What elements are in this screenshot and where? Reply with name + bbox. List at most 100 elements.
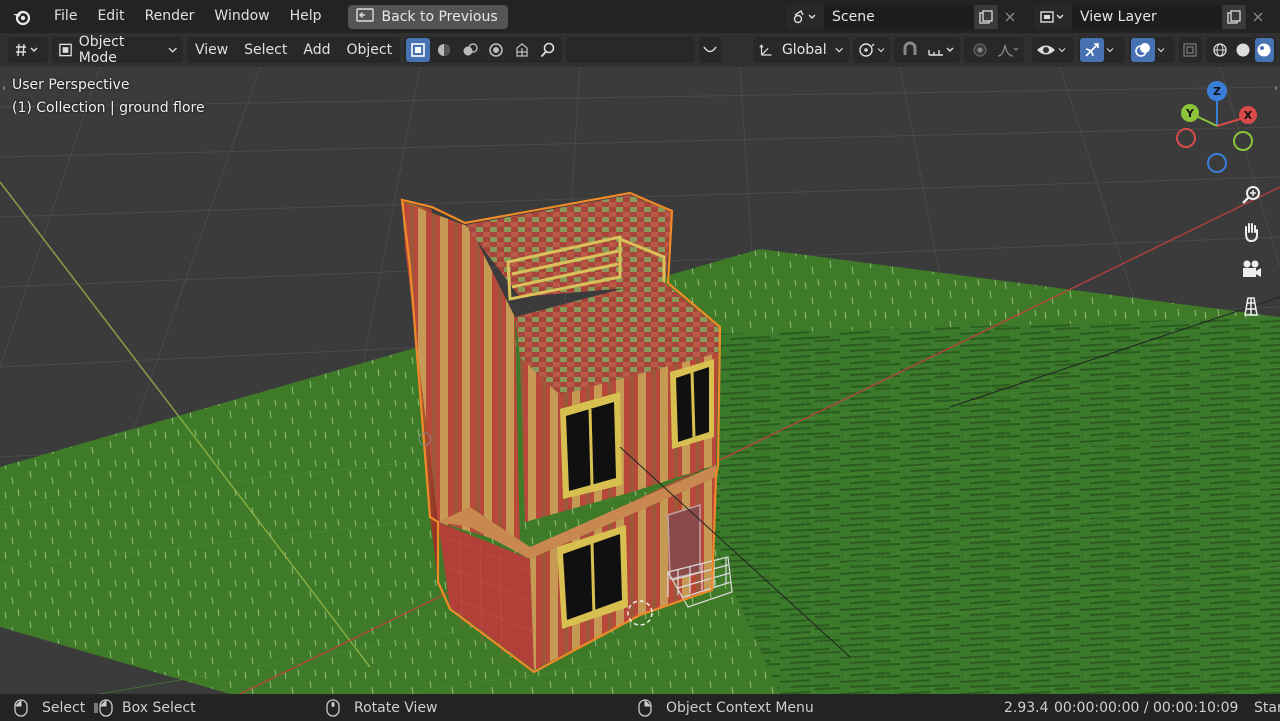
- mode-dropdown[interactable]: Object Mode: [51, 34, 183, 66]
- viewport-header: Object Mode View Select Add Object Globa…: [0, 33, 1280, 67]
- object-mode-icon: [58, 43, 72, 57]
- select-box-icon[interactable]: [406, 38, 431, 62]
- menu-help[interactable]: Help: [280, 0, 332, 33]
- status-context-menu-label: Object Context Menu: [666, 699, 814, 716]
- status-context-menu: Object Context Menu: [638, 698, 814, 717]
- chevron-down-icon: [835, 47, 843, 53]
- snap-increment-icon: [928, 47, 954, 56]
- viewport-menus: View Select Add Object: [186, 37, 401, 63]
- delete-view-layer-icon[interactable]: [1246, 5, 1270, 29]
- 3d-viewport[interactable]: User Perspective (1) Collection | ground…: [0, 67, 1280, 694]
- status-select: Select: [14, 698, 86, 717]
- snap-toggle-icon[interactable]: [898, 38, 922, 62]
- mouse-left-icon: [14, 698, 28, 717]
- view-layer-selector: View Layer: [1034, 4, 1270, 29]
- mode-label: Object Mode: [78, 34, 125, 66]
- status-rotate: Rotate View: [326, 698, 438, 717]
- chevron-down-icon: [877, 48, 885, 53]
- timecode: 00:00:00:00 / 00:00:10:09: [1054, 699, 1239, 716]
- proportional-edit-icon[interactable]: [968, 38, 992, 62]
- blender-version: 2.93.4: [1004, 699, 1049, 716]
- view-layer-browse-button[interactable]: [1034, 4, 1072, 29]
- menu-select[interactable]: Select: [236, 37, 295, 63]
- perspective-toggle-icon[interactable]: [1236, 291, 1266, 321]
- expand-toggle-icon[interactable]: [698, 37, 723, 63]
- blender-logo-icon[interactable]: [0, 0, 44, 33]
- gizmo-y-label: Y: [1185, 107, 1195, 120]
- gizmo-z-label: Z: [1213, 85, 1221, 98]
- viewport-perspective-label: User Perspective: [12, 77, 130, 93]
- new-view-layer-icon[interactable]: [1222, 4, 1246, 29]
- pivot-point-dropdown[interactable]: [852, 37, 890, 63]
- shading-group: [1205, 37, 1276, 63]
- select-intersect-icon[interactable]: [510, 38, 534, 62]
- falloff-curve-icon[interactable]: [996, 38, 1020, 62]
- scene-selector: Scene: [786, 4, 1022, 29]
- search-icon[interactable]: [536, 38, 560, 62]
- back-to-previous-label: Back to Previous: [381, 8, 498, 25]
- overlays-group: [1128, 37, 1175, 63]
- new-scene-icon[interactable]: [974, 4, 998, 29]
- mouse-middle-icon: [326, 698, 340, 717]
- gizmo-toggle-icon[interactable]: [1080, 38, 1105, 62]
- menu-view[interactable]: View: [187, 37, 236, 63]
- top-bar: File Edit Render Window Help Back to Pre…: [0, 0, 1280, 33]
- menu-window[interactable]: Window: [204, 0, 279, 33]
- scene-icon: [793, 9, 816, 23]
- proportional-edit-group: [963, 37, 1024, 63]
- visibility-dropdown[interactable]: [1031, 37, 1075, 63]
- transform-orientation-dropdown[interactable]: Global: [752, 37, 849, 63]
- status-rotate-label: Rotate View: [354, 699, 438, 716]
- mouse-drag-icon: [94, 698, 113, 717]
- menu-object[interactable]: Object: [338, 37, 400, 63]
- select-subtract-icon[interactable]: [458, 38, 482, 62]
- wireframe-shading-icon[interactable]: [1208, 38, 1231, 62]
- viewport-collection-label: (1) Collection | ground flore: [12, 100, 205, 116]
- pivot-point-icon: [859, 43, 875, 57]
- overlays-toggle-icon[interactable]: [1130, 38, 1155, 62]
- status-bar: Select Box Select Rotate View Object Con…: [0, 694, 1280, 721]
- status-box-select-label: Box Select: [122, 699, 196, 716]
- camera-view-icon[interactable]: [1236, 254, 1266, 284]
- solid-shading-icon[interactable]: [1231, 38, 1254, 62]
- editor-type-button[interactable]: [7, 37, 48, 63]
- chevron-down-icon: [1058, 48, 1066, 53]
- snap-target-dropdown[interactable]: [926, 38, 956, 62]
- chevron-down-icon: [1106, 48, 1114, 53]
- search-filter-field[interactable]: [566, 37, 695, 63]
- status-box-select: Box Select: [94, 698, 196, 717]
- navigation-gizmo[interactable]: Z X Y: [1172, 77, 1262, 177]
- scene-canvas: [0, 67, 1280, 694]
- snapping-group: [893, 37, 960, 63]
- sidebar-expand-icon[interactable]: ‹: [1274, 83, 1278, 94]
- scene-name-field[interactable]: Scene: [824, 4, 974, 29]
- eye-icon: [1036, 45, 1055, 55]
- gizmo-x-label: X: [1244, 109, 1253, 122]
- status-select-label: Select: [42, 699, 86, 716]
- scene-browse-button[interactable]: [786, 4, 824, 29]
- editor-type-icon: [15, 43, 38, 57]
- transform-axes-icon: [759, 44, 772, 56]
- chevron-down-icon: [1157, 48, 1164, 53]
- material-shading-icon[interactable]: [1254, 38, 1274, 62]
- view-layer-icon: [1040, 10, 1064, 23]
- mouse-right-icon: [638, 698, 652, 717]
- back-to-previous-button[interactable]: Back to Previous: [347, 4, 508, 29]
- menu-edit[interactable]: Edit: [87, 0, 134, 33]
- pan-hand-icon[interactable]: [1236, 217, 1266, 247]
- chevron-down-icon: [168, 47, 177, 53]
- view-layer-name-field[interactable]: View Layer: [1072, 4, 1222, 29]
- status-truncated-text: Star: [1254, 699, 1280, 716]
- select-invert-icon[interactable]: [484, 38, 508, 62]
- menu-add[interactable]: Add: [295, 37, 338, 63]
- toolbar-expand-icon[interactable]: ›: [2, 83, 6, 94]
- zoom-icon[interactable]: [1236, 180, 1266, 210]
- transform-orientation-label: Global: [781, 42, 827, 58]
- delete-scene-icon[interactable]: [998, 5, 1022, 29]
- gizmo-group: [1078, 37, 1125, 63]
- select-extend-icon[interactable]: [432, 38, 456, 62]
- menu-render[interactable]: Render: [135, 0, 205, 33]
- xray-toggle-icon[interactable]: [1178, 37, 1202, 63]
- menu-file[interactable]: File: [44, 0, 87, 33]
- selection-mode-group: [404, 37, 563, 63]
